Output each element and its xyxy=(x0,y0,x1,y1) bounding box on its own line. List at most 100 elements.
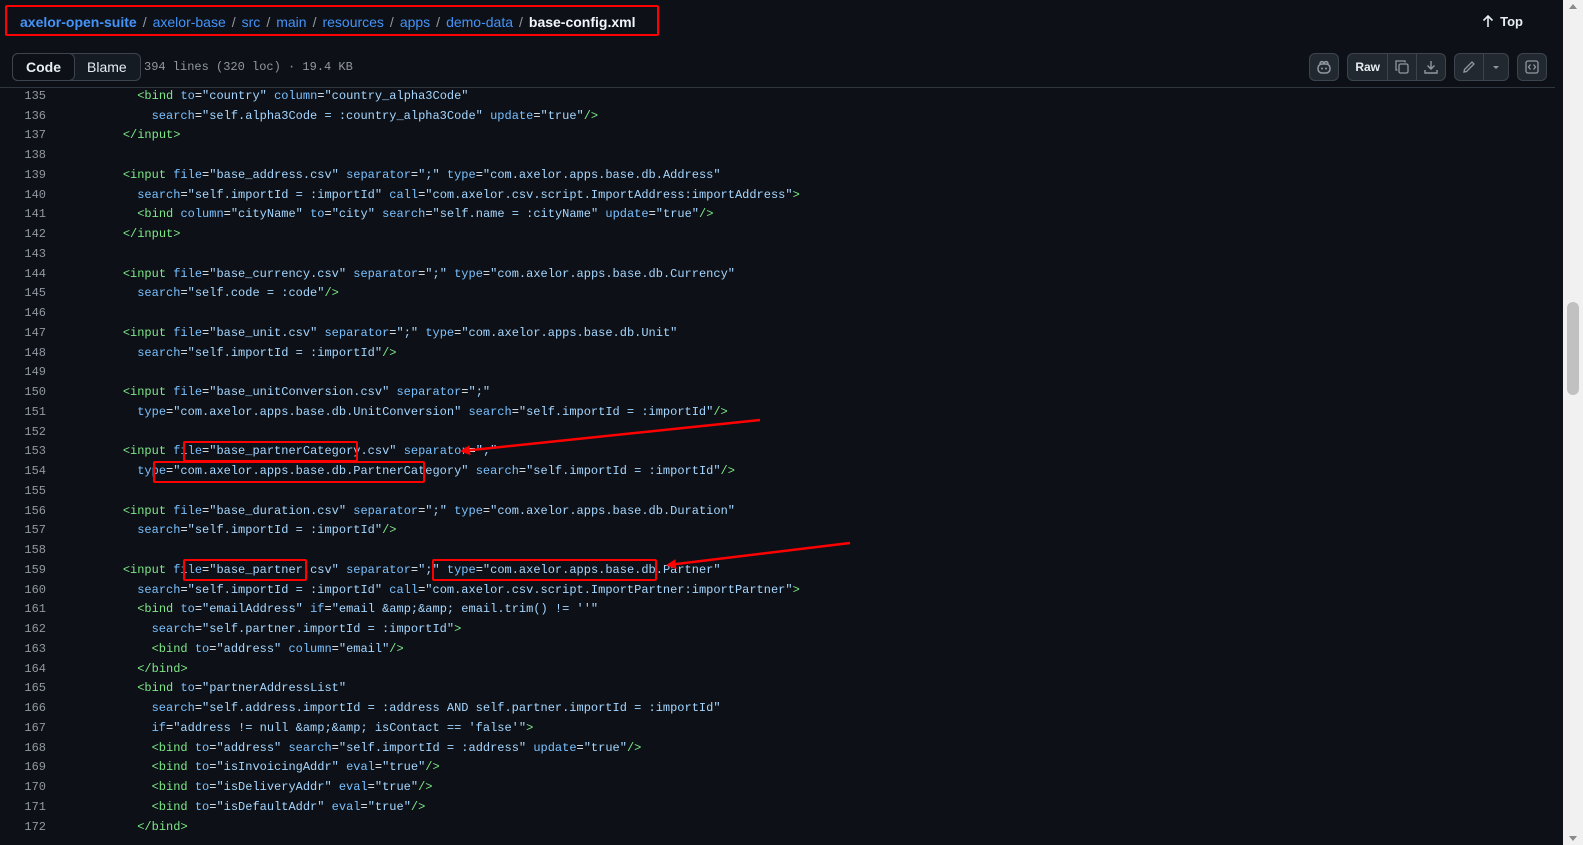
line-number[interactable]: 157 xyxy=(0,523,60,537)
code-text: search="self.partner.importId = :importI… xyxy=(151,622,462,637)
code-line: 170 <bind to="isDeliveryAddr" eval="true… xyxy=(0,777,1555,797)
line-number[interactable]: 138 xyxy=(0,148,60,162)
line-number[interactable]: 164 xyxy=(0,662,60,676)
breadcrumb-separator: / xyxy=(142,14,147,30)
scrollbar-thumb[interactable] xyxy=(1567,302,1579,395)
breadcrumb-link-main[interactable]: main xyxy=(276,14,306,30)
copy-raw-button[interactable] xyxy=(1388,54,1417,80)
code-text: <bind to="address" column="email"/> xyxy=(151,641,404,656)
line-number[interactable]: 163 xyxy=(0,642,60,656)
line-number[interactable]: 145 xyxy=(0,286,60,300)
code-line: 164 </bind> xyxy=(0,659,1555,679)
code-line: 135 <bind to="country" column="country_a… xyxy=(0,86,1555,106)
code-text: search="self.importId = :importId"/> xyxy=(137,345,397,360)
code-line: 142 </input> xyxy=(0,224,1555,244)
code-text: search="self.importId = :importId" call=… xyxy=(137,582,800,597)
raw-button[interactable]: Raw xyxy=(1348,54,1388,80)
line-number[interactable]: 169 xyxy=(0,760,60,774)
line-number[interactable]: 154 xyxy=(0,464,60,478)
code-line: 141 <bind column="cityName" to="city" se… xyxy=(0,205,1555,225)
breadcrumb-current-file: base-config.xml xyxy=(528,14,636,30)
breadcrumb-link-repo[interactable]: axelor-open-suite xyxy=(20,14,137,30)
line-number[interactable]: 136 xyxy=(0,109,60,123)
breadcrumb-link-src[interactable]: src xyxy=(242,14,261,30)
copilot-button[interactable] xyxy=(1309,53,1340,81)
top-label: Top xyxy=(1500,14,1523,29)
window-scrollbar[interactable] xyxy=(1563,0,1583,845)
code-text: <bind to="partnerAddressList" xyxy=(137,681,347,696)
code-line: 158 xyxy=(0,540,1555,560)
line-number[interactable]: 159 xyxy=(0,563,60,577)
symbols-panel-button[interactable] xyxy=(1517,53,1547,81)
line-number[interactable]: 150 xyxy=(0,385,60,399)
line-number[interactable]: 160 xyxy=(0,583,60,597)
code-text: <bind column="cityName" to="city" search… xyxy=(137,207,714,222)
breadcrumb-link-demo-data[interactable]: demo-data xyxy=(446,14,513,30)
top-button[interactable]: Top xyxy=(1482,14,1523,29)
line-number[interactable]: 151 xyxy=(0,405,60,419)
file-toolbar: Code Blame 394 lines (320 loc) · 19.4 KB… xyxy=(0,46,1555,88)
line-number[interactable]: 166 xyxy=(0,701,60,715)
line-number[interactable]: 135 xyxy=(0,89,60,103)
line-number[interactable]: 170 xyxy=(0,780,60,794)
download-button[interactable] xyxy=(1417,54,1445,80)
scroll-down-arrow-icon[interactable] xyxy=(1569,836,1577,841)
code-text: search="self.alpha3Code = :country_alpha… xyxy=(151,108,599,123)
code-line: 151 type="com.axelor.apps.base.db.UnitCo… xyxy=(0,402,1555,422)
line-number[interactable]: 146 xyxy=(0,306,60,320)
line-number[interactable]: 161 xyxy=(0,602,60,616)
line-number[interactable]: 152 xyxy=(0,425,60,439)
line-number[interactable]: 140 xyxy=(0,188,60,202)
code-text: search="self.address.importId = :address… xyxy=(151,701,721,716)
line-number[interactable]: 172 xyxy=(0,820,60,834)
code-line: 168 <bind to="address" search="self.impo… xyxy=(0,738,1555,758)
code-line: 165 <bind to="partnerAddressList" xyxy=(0,679,1555,699)
line-number[interactable]: 148 xyxy=(0,346,60,360)
line-number[interactable]: 171 xyxy=(0,800,60,814)
breadcrumb-link-module[interactable]: axelor-base xyxy=(153,14,226,30)
line-number[interactable]: 141 xyxy=(0,207,60,221)
code-view[interactable]: 135 <bind to="country" column="country_a… xyxy=(0,86,1555,837)
code-line: 169 <bind to="isInvoicingAddr" eval="tru… xyxy=(0,758,1555,778)
line-number[interactable]: 165 xyxy=(0,681,60,695)
line-number[interactable]: 155 xyxy=(0,484,60,498)
line-number[interactable]: 143 xyxy=(0,247,60,261)
line-number[interactable]: 144 xyxy=(0,267,60,281)
breadcrumb-separator: / xyxy=(312,14,317,30)
arrow-up-icon xyxy=(1483,15,1494,27)
edit-button[interactable] xyxy=(1455,54,1484,80)
code-text: <bind to="isDeliveryAddr" eval="true"/> xyxy=(151,780,433,795)
edit-group xyxy=(1454,53,1509,81)
line-number[interactable]: 149 xyxy=(0,365,60,379)
code-line: 138 xyxy=(0,145,1555,165)
breadcrumb-separator: / xyxy=(519,14,523,30)
edit-dropdown-button[interactable] xyxy=(1484,54,1508,80)
code-line: 159 <input file="base_partner.csv" separ… xyxy=(0,560,1555,580)
breadcrumb-separator: / xyxy=(436,14,441,30)
code-text: type="com.axelor.apps.base.db.PartnerCat… xyxy=(137,464,735,479)
line-number[interactable]: 137 xyxy=(0,128,60,142)
line-number[interactable]: 162 xyxy=(0,622,60,636)
code-line: 156 <input file="base_duration.csv" sepa… xyxy=(0,501,1555,521)
line-number[interactable]: 168 xyxy=(0,741,60,755)
breadcrumb-link-resources[interactable]: resources xyxy=(322,14,383,30)
line-number[interactable]: 142 xyxy=(0,227,60,241)
tab-code[interactable]: Code xyxy=(12,53,75,81)
code-line: 166 search="self.address.importId = :add… xyxy=(0,698,1555,718)
line-number[interactable]: 147 xyxy=(0,326,60,340)
file-header: axelor-open-suite / axelor-base / src / … xyxy=(0,0,1555,44)
code-line: 153 <input file="base_partnerCategory.cs… xyxy=(0,442,1555,462)
code-line: 160 search="self.importId = :importId" c… xyxy=(0,580,1555,600)
view-switcher: Code Blame xyxy=(12,53,141,81)
breadcrumb-link-apps[interactable]: apps xyxy=(400,14,430,30)
line-number[interactable]: 139 xyxy=(0,168,60,182)
raw-copy-download-group: Raw xyxy=(1347,53,1446,81)
line-number[interactable]: 158 xyxy=(0,543,60,557)
line-number[interactable]: 156 xyxy=(0,504,60,518)
line-number[interactable]: 153 xyxy=(0,444,60,458)
line-number[interactable]: 167 xyxy=(0,721,60,735)
scroll-up-arrow-icon[interactable] xyxy=(1569,4,1577,9)
code-line: 148 search="self.importId = :importId"/> xyxy=(0,343,1555,363)
code-text: </bind> xyxy=(137,819,188,834)
tab-blame[interactable]: Blame xyxy=(74,54,140,80)
